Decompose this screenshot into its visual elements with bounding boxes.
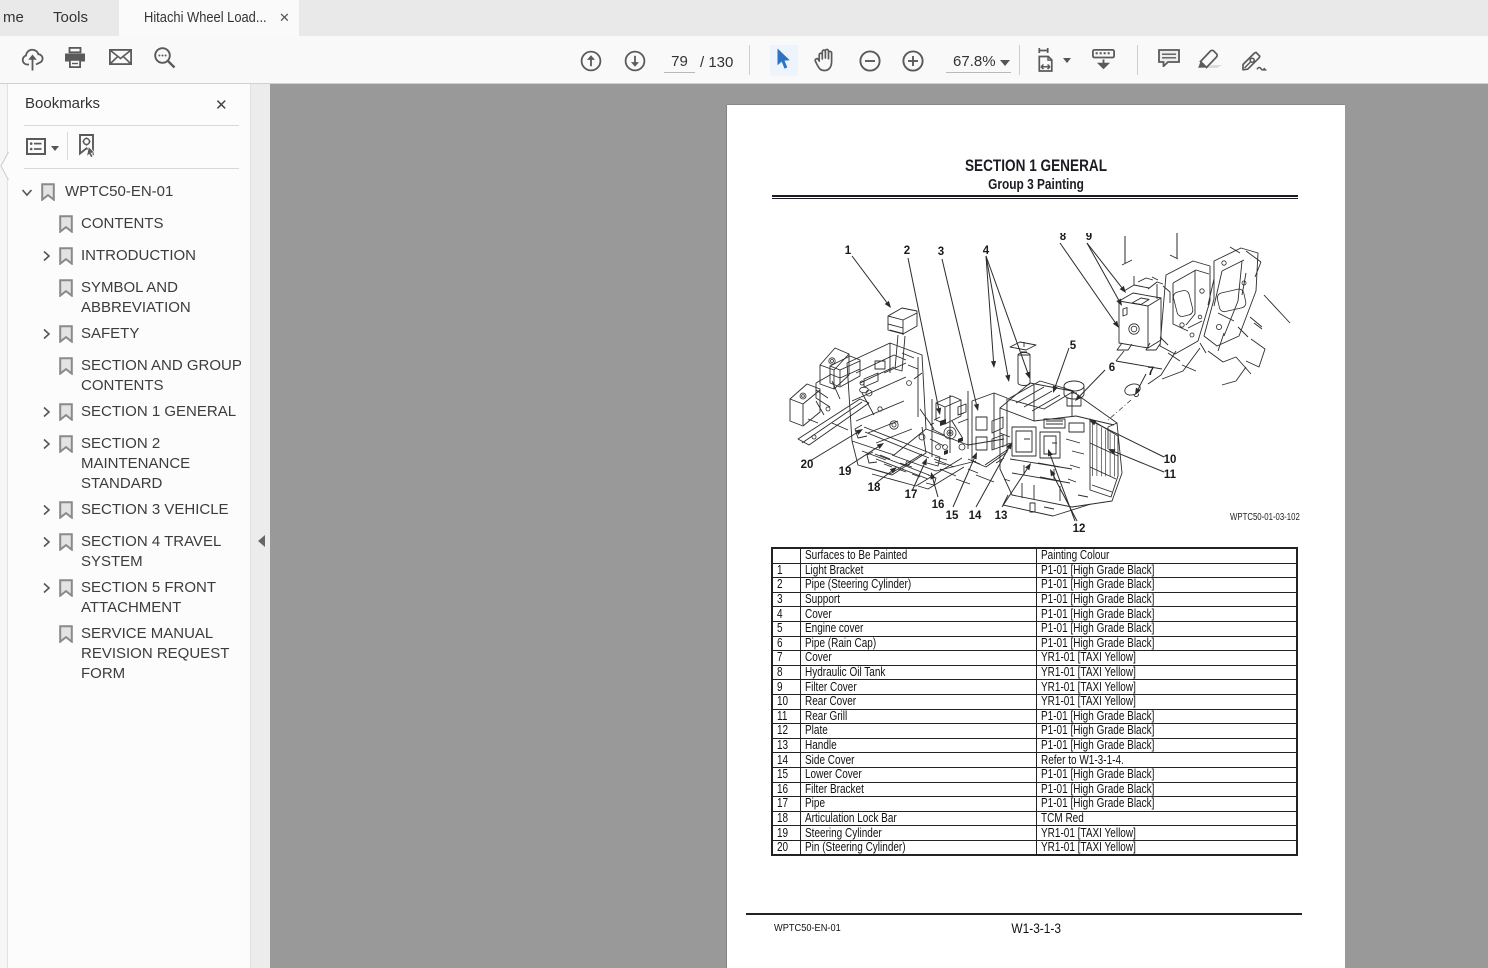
svg-text:11: 11 xyxy=(1164,469,1177,481)
svg-text:3: 3 xyxy=(938,246,944,258)
svg-text:9: 9 xyxy=(1086,233,1092,243)
svg-text:10: 10 xyxy=(1164,454,1177,466)
svg-text:8: 8 xyxy=(1060,233,1067,243)
svg-text:15: 15 xyxy=(946,510,959,522)
svg-text:2: 2 xyxy=(904,245,910,257)
svg-text:1: 1 xyxy=(845,245,852,257)
svg-text:12: 12 xyxy=(1073,523,1086,535)
svg-text:20: 20 xyxy=(801,459,814,471)
svg-text:4: 4 xyxy=(983,245,990,257)
svg-text:18: 18 xyxy=(868,482,881,494)
svg-text:19: 19 xyxy=(839,466,852,478)
svg-text:6: 6 xyxy=(1109,362,1115,374)
svg-text:5: 5 xyxy=(1070,340,1077,352)
svg-text:17: 17 xyxy=(905,489,918,501)
svg-text:13: 13 xyxy=(995,510,1008,522)
svg-text:16: 16 xyxy=(932,499,945,511)
svg-text:14: 14 xyxy=(969,510,982,522)
